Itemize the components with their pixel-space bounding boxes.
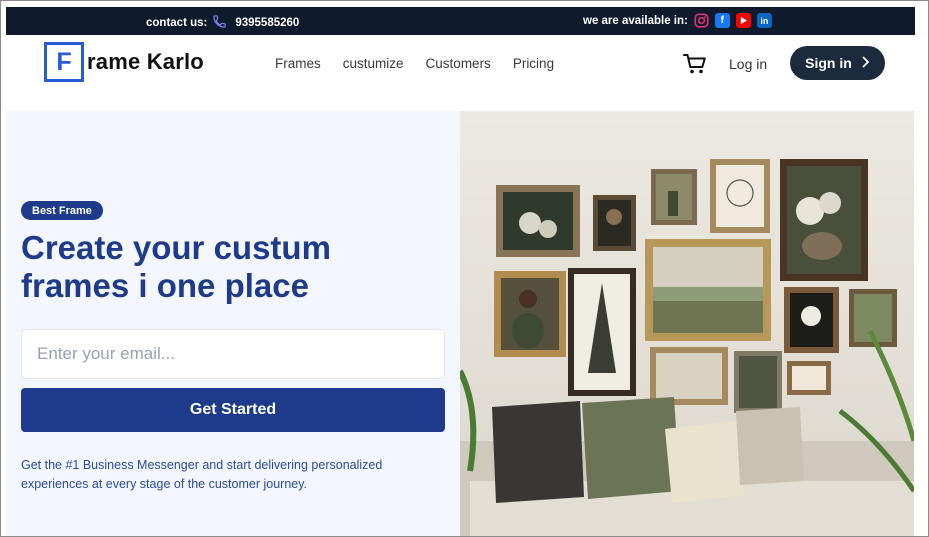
best-frame-badge: Best Frame (21, 201, 103, 220)
hero-section: Best Frame Create your custum frames i o… (6, 111, 460, 537)
social-links: we are available in: f in (583, 13, 772, 28)
linkedin-icon[interactable]: in (756, 13, 772, 28)
nav-link-frames[interactable]: Frames (275, 56, 321, 71)
logo[interactable]: F rame Karlo (44, 42, 204, 82)
nav-link-customers[interactable]: Customers (426, 56, 491, 71)
nav-link-customize[interactable]: custumize (343, 56, 404, 71)
facebook-icon[interactable]: f (714, 13, 730, 28)
instagram-icon[interactable] (694, 13, 709, 28)
phone-icon (212, 14, 227, 32)
signin-button[interactable]: Sign in (790, 46, 885, 80)
headline-line-2: frames i one place (21, 267, 309, 304)
phone-number[interactable]: 9395585260 (235, 17, 299, 29)
top-bar: contact us: 9395585260 we are available … (6, 7, 915, 35)
nav-link-pricing[interactable]: Pricing (513, 56, 554, 71)
get-started-button[interactable]: Get Started (21, 388, 445, 432)
logo-mark: F (44, 42, 84, 82)
contact-label: contact us: (146, 17, 208, 29)
gallery-wall-image (460, 111, 914, 537)
youtube-icon[interactable] (735, 13, 751, 28)
chevron-right-icon (862, 55, 870, 71)
logo-text: rame Karlo (87, 49, 204, 74)
nav-menu: Frames custumize Customers Pricing (275, 56, 554, 71)
contact-info: contact us: 9395585260 (146, 14, 299, 32)
login-link[interactable]: Log in (729, 56, 767, 72)
email-input[interactable]: Enter your email... (21, 329, 445, 379)
available-label: we are available in: (583, 14, 688, 27)
headline-line-1: Create your custum (21, 229, 331, 266)
hero-headline: Create your custum frames i one place (21, 229, 451, 305)
hero-description: Get the #1 Business Messenger and start … (21, 458, 383, 491)
signin-label: Sign in (805, 55, 852, 71)
main-nav: F rame Karlo Frames custumize Customers … (6, 35, 915, 111)
cart-icon[interactable] (683, 53, 707, 75)
